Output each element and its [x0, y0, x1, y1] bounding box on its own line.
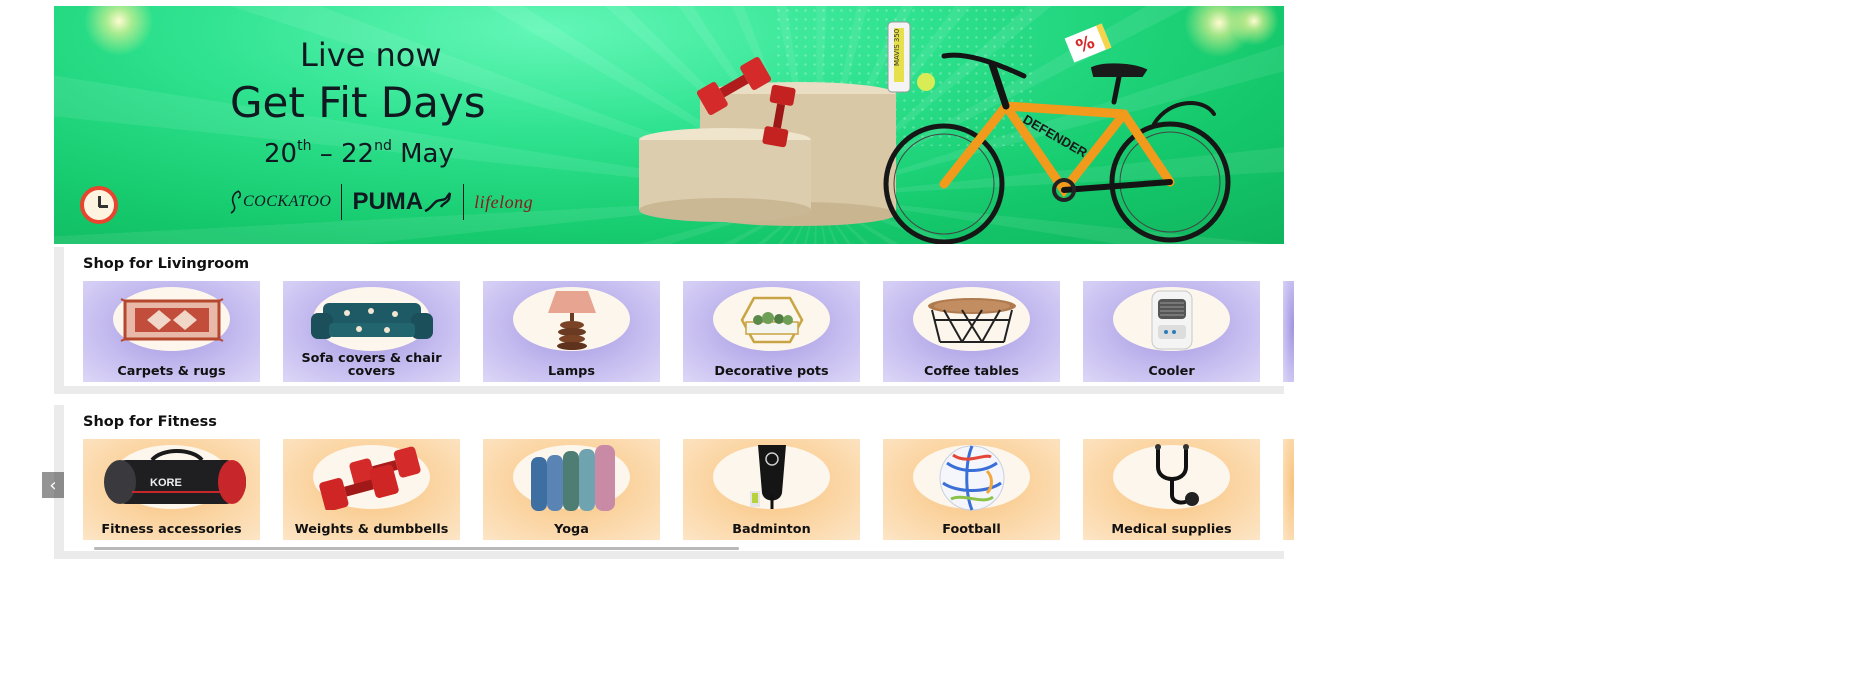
tile-weights-dumbbells[interactable]: Weights & dumbbells: [283, 439, 460, 540]
gym-bag-icon: KORE: [83, 443, 260, 513]
tile-sofa-covers[interactable]: Sofa covers & chair covers: [283, 281, 460, 382]
tile-football[interactable]: Football: [883, 439, 1060, 540]
tile-label: Medical supplies: [1111, 522, 1232, 537]
tile-coffee-tables[interactable]: Coffee tables: [883, 281, 1060, 382]
tile-label: Carpets & rugs: [117, 364, 226, 379]
cockatoo-bird-icon: [230, 190, 242, 214]
racket-bag-icon: [683, 443, 860, 513]
tile-carpets-rugs[interactable]: Carpets & rugs: [83, 281, 260, 382]
sofa-icon: [283, 285, 460, 355]
tile-label: Weights & dumbbells: [294, 522, 449, 537]
tile-decorative-pots[interactable]: Decorative pots: [683, 281, 860, 382]
tile-label: Decorative pots: [714, 364, 829, 379]
tile-label: Coffee tables: [924, 364, 1019, 379]
alarm-clock-icon: [80, 186, 118, 224]
tile-badminton[interactable]: Badminton: [683, 439, 860, 540]
stethoscope-icon: [1083, 443, 1260, 513]
puma-cat-icon: [424, 192, 452, 213]
tile-label: Cooler: [1148, 364, 1195, 379]
brand-logos: COCKATOO PUMA lifelong: [229, 182, 533, 222]
section-title: Shop for Fitness: [83, 414, 217, 430]
carousel-scrollbar[interactable]: [94, 547, 739, 550]
tile-label: Sofa covers & chair covers: [301, 351, 442, 379]
puma-logo: PUMA: [341, 184, 465, 220]
banner-products-illustration: MAVIS 350 DEFENDER: [639, 21, 1231, 244]
section-fitness: Shop for Fitness KORE Fitness accessorie…: [54, 405, 1294, 559]
banner-dates: 20th – 22nd May: [264, 138, 454, 169]
football-icon: [883, 443, 1060, 513]
tile-medical-supplies[interactable]: Medical supplies: [1083, 439, 1260, 540]
tile-label: Badminton: [732, 522, 811, 537]
tile-fitness-accessories[interactable]: KORE Fitness accessories: [83, 439, 260, 540]
yoga-mat-icon: [483, 443, 660, 513]
tile-next-partial[interactable]: [1283, 281, 1294, 382]
tile-lamps[interactable]: Lamps: [483, 281, 660, 382]
tile-cooler[interactable]: Cooler: [1083, 281, 1260, 382]
cooler-icon: [1083, 285, 1260, 355]
get-fit-days-banner[interactable]: Live now Get Fit Days 20th – 22nd May CO…: [54, 6, 1284, 244]
table-icon: [883, 285, 1060, 355]
dumbbell-icon: [283, 443, 460, 513]
carpet-icon: [83, 285, 260, 355]
tile-yoga[interactable]: Yoga: [483, 439, 660, 540]
banner-live-now: Live now: [300, 36, 442, 74]
lifelong-logo: lifelong: [474, 191, 534, 212]
tile-next-partial[interactable]: [1283, 439, 1294, 540]
svg-text:MAVIS 350: MAVIS 350: [893, 29, 901, 66]
tile-label: Fitness accessories: [101, 522, 242, 537]
planter-icon: [683, 285, 860, 355]
section-title: Shop for Livingroom: [83, 256, 250, 272]
section-livingroom: Shop for Livingroom Carpets & rugs Sofa …: [54, 247, 1294, 394]
tile-label: Football: [942, 522, 1001, 537]
lamp-icon: [483, 285, 660, 355]
livingroom-carousel[interactable]: Carpets & rugs Sofa covers & chair cover…: [83, 281, 1294, 382]
carousel-prev-button[interactable]: ‹: [42, 472, 64, 498]
bicycle-icon: DEFENDER: [883, 52, 1231, 244]
tile-label: Yoga: [554, 522, 589, 537]
fitness-carousel[interactable]: KORE Fitness accessories Weights & dumbb…: [83, 439, 1294, 540]
svg-text:KORE: KORE: [150, 477, 182, 489]
tile-label: Lamps: [548, 364, 595, 379]
cockatoo-logo: COCKATOO: [229, 189, 341, 215]
banner-title: Get Fit Days: [230, 78, 486, 127]
shuttlecock-tube-icon: MAVIS 350: [887, 21, 935, 93]
